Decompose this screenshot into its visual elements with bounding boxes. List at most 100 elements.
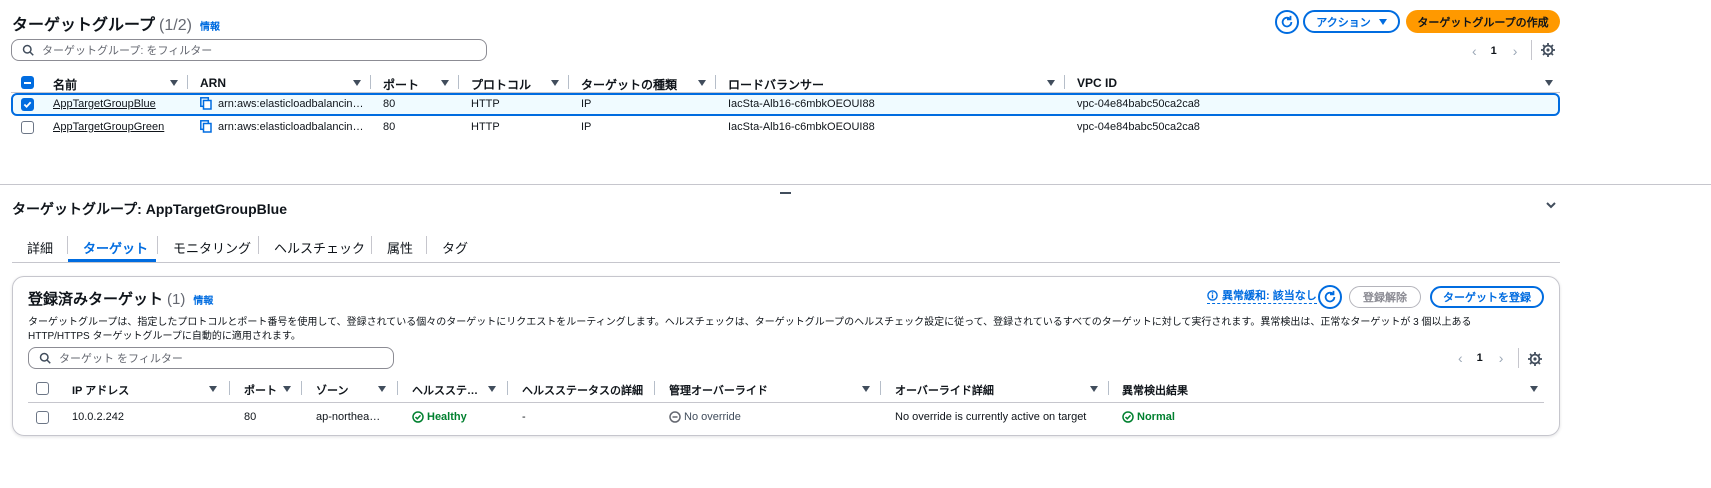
tab-attributes[interactable]: 属性 <box>387 238 413 257</box>
tab-targets[interactable]: ターゲット <box>83 238 148 257</box>
target-group-name-link[interactable]: AppTargetGroupBlue <box>53 98 156 110</box>
targets-filter-input[interactable]: ターゲット をフィルター <box>28 347 394 369</box>
row-checkbox[interactable] <box>21 121 34 134</box>
row-checkbox[interactable] <box>21 98 34 111</box>
column-header-port[interactable]: ポート <box>383 76 419 93</box>
chevron-right-icon[interactable]: › <box>1499 350 1504 366</box>
select-all-checkbox[interactable] <box>36 382 49 395</box>
anomaly-mitigation-label: 異常緩和: 該当なし <box>1222 290 1317 302</box>
tabs-underline <box>12 262 1560 263</box>
selection-count: (1/2) <box>159 17 192 34</box>
info-link[interactable]: 情報 <box>200 18 220 33</box>
tab-monitoring[interactable]: モニタリング <box>173 238 251 257</box>
actions-dropdown[interactable]: アクション <box>1303 10 1400 33</box>
info-circle-icon <box>1207 289 1218 301</box>
protocol-value: HTTP <box>471 121 500 133</box>
page-title: ターゲットグループ <box>12 17 156 34</box>
tab-health-checks[interactable]: ヘルスチェック <box>274 238 365 257</box>
check-circle-icon <box>412 411 424 423</box>
sort-icon[interactable] <box>1047 80 1055 86</box>
anomaly-mitigation-link[interactable]: 異常緩和: 該当なし <box>1207 287 1317 304</box>
sort-icon[interactable] <box>283 386 291 392</box>
target-type-value: IP <box>581 121 592 133</box>
column-divider <box>458 75 459 89</box>
column-divider <box>1108 381 1109 395</box>
collapse-chevron-icon[interactable] <box>1545 199 1557 214</box>
anomaly-result-label: Normal <box>1137 411 1175 423</box>
sort-icon[interactable] <box>378 386 386 392</box>
copy-icon[interactable] <box>200 120 212 136</box>
column-header-protocol[interactable]: プロトコル <box>471 76 531 93</box>
tab-divider <box>426 236 427 254</box>
check-circle-icon <box>1122 411 1134 423</box>
refresh-icon <box>1324 290 1336 303</box>
copy-icon[interactable] <box>200 97 212 113</box>
column-header-name[interactable]: 名前 <box>53 76 77 93</box>
registered-targets-header: 登録済みターゲット (1) 情報 <box>28 288 213 309</box>
chevron-left-icon[interactable]: ‹ <box>1472 43 1477 59</box>
sort-icon[interactable] <box>209 386 217 392</box>
chevron-right-icon[interactable]: › <box>1513 43 1518 59</box>
column-header-port[interactable]: ポート <box>244 382 277 398</box>
column-divider <box>301 381 302 395</box>
deregister-button[interactable]: 登録解除 <box>1349 286 1421 308</box>
override-label: No override <box>684 411 741 423</box>
row-checkbox[interactable] <box>36 411 49 424</box>
column-header-target-type[interactable]: ターゲットの種類 <box>581 76 677 93</box>
register-targets-button[interactable]: ターゲットを登録 <box>1430 286 1544 308</box>
protocol-value: HTTP <box>471 98 500 110</box>
column-header-health-status[interactable]: ヘルスステ… <box>412 382 478 398</box>
column-header-override-details[interactable]: オーバーライド詳細 <box>895 382 994 398</box>
divider <box>1531 40 1532 60</box>
info-link[interactable]: 情報 <box>193 292 213 307</box>
target-group-filter-input[interactable]: ターゲットグループ: をフィルター <box>11 39 487 61</box>
refresh-button[interactable] <box>1318 285 1342 309</box>
tab-divider <box>258 236 259 254</box>
column-header-health-status-details[interactable]: ヘルスステータスの詳細 <box>522 382 643 398</box>
select-all-checkbox[interactable] <box>21 76 34 89</box>
page-title-row: ターゲットグループ (1/2) 情報 <box>12 11 220 35</box>
registered-targets-count: (1) <box>167 291 186 308</box>
tab-tags[interactable]: タグ <box>442 238 468 257</box>
refresh-button[interactable] <box>1275 10 1299 34</box>
column-divider <box>880 381 881 395</box>
sort-icon[interactable] <box>862 386 870 392</box>
column-header-zone[interactable]: ゾーン <box>316 382 348 398</box>
column-header-anomaly-detection[interactable]: 異常検出結果 <box>1122 382 1188 398</box>
search-icon <box>39 352 51 364</box>
preferences-gear-icon[interactable] <box>1528 352 1542 369</box>
chevron-left-icon[interactable]: ‹ <box>1458 350 1463 366</box>
description-line-1: ターゲットグループは、指定したプロトコルとポート番号を使用して、登録されている個… <box>28 317 1472 328</box>
anomaly-result: Normal <box>1122 411 1175 423</box>
deregister-label: 登録解除 <box>1363 292 1407 304</box>
sort-icon[interactable] <box>488 386 496 392</box>
load-balancer-value: IacSta-Alb16-c6mbkOEOUI88 <box>728 98 875 110</box>
column-header-load-balancer[interactable]: ロードバランサー <box>728 76 824 93</box>
split-panel-divider[interactable] <box>0 184 1711 185</box>
zone-value: ap-northea… <box>316 411 381 423</box>
sort-icon[interactable] <box>551 80 559 86</box>
column-header-arn[interactable]: ARN <box>200 76 226 90</box>
divider <box>1518 348 1519 368</box>
column-divider <box>715 75 716 89</box>
preferences-gear-icon[interactable] <box>1541 43 1555 60</box>
page-number[interactable]: 1 <box>1491 45 1497 57</box>
sort-icon[interactable] <box>441 80 449 86</box>
resize-handle-icon[interactable] <box>780 192 791 194</box>
vpc-id-value: vpc-04e84babc50ca2ca8 <box>1077 121 1200 133</box>
tab-divider <box>371 236 372 254</box>
sort-icon[interactable] <box>353 80 361 86</box>
sort-icon[interactable] <box>1090 386 1098 392</box>
sort-icon[interactable] <box>1530 386 1538 392</box>
tab-divider <box>67 236 68 254</box>
column-header-admin-override[interactable]: 管理オーバーライド <box>669 382 768 398</box>
page-number[interactable]: 1 <box>1477 352 1483 364</box>
sort-icon[interactable] <box>698 80 706 86</box>
create-target-group-button[interactable]: ターゲットグループの作成 <box>1406 10 1560 33</box>
column-header-vpc-id[interactable]: VPC ID <box>1077 76 1117 90</box>
tab-details[interactable]: 詳細 <box>27 238 53 257</box>
sort-icon[interactable] <box>170 80 178 86</box>
sort-icon[interactable] <box>1545 80 1553 86</box>
target-group-name-link[interactable]: AppTargetGroupGreen <box>53 121 164 133</box>
column-header-ip-address[interactable]: IP アドレス <box>72 382 129 398</box>
